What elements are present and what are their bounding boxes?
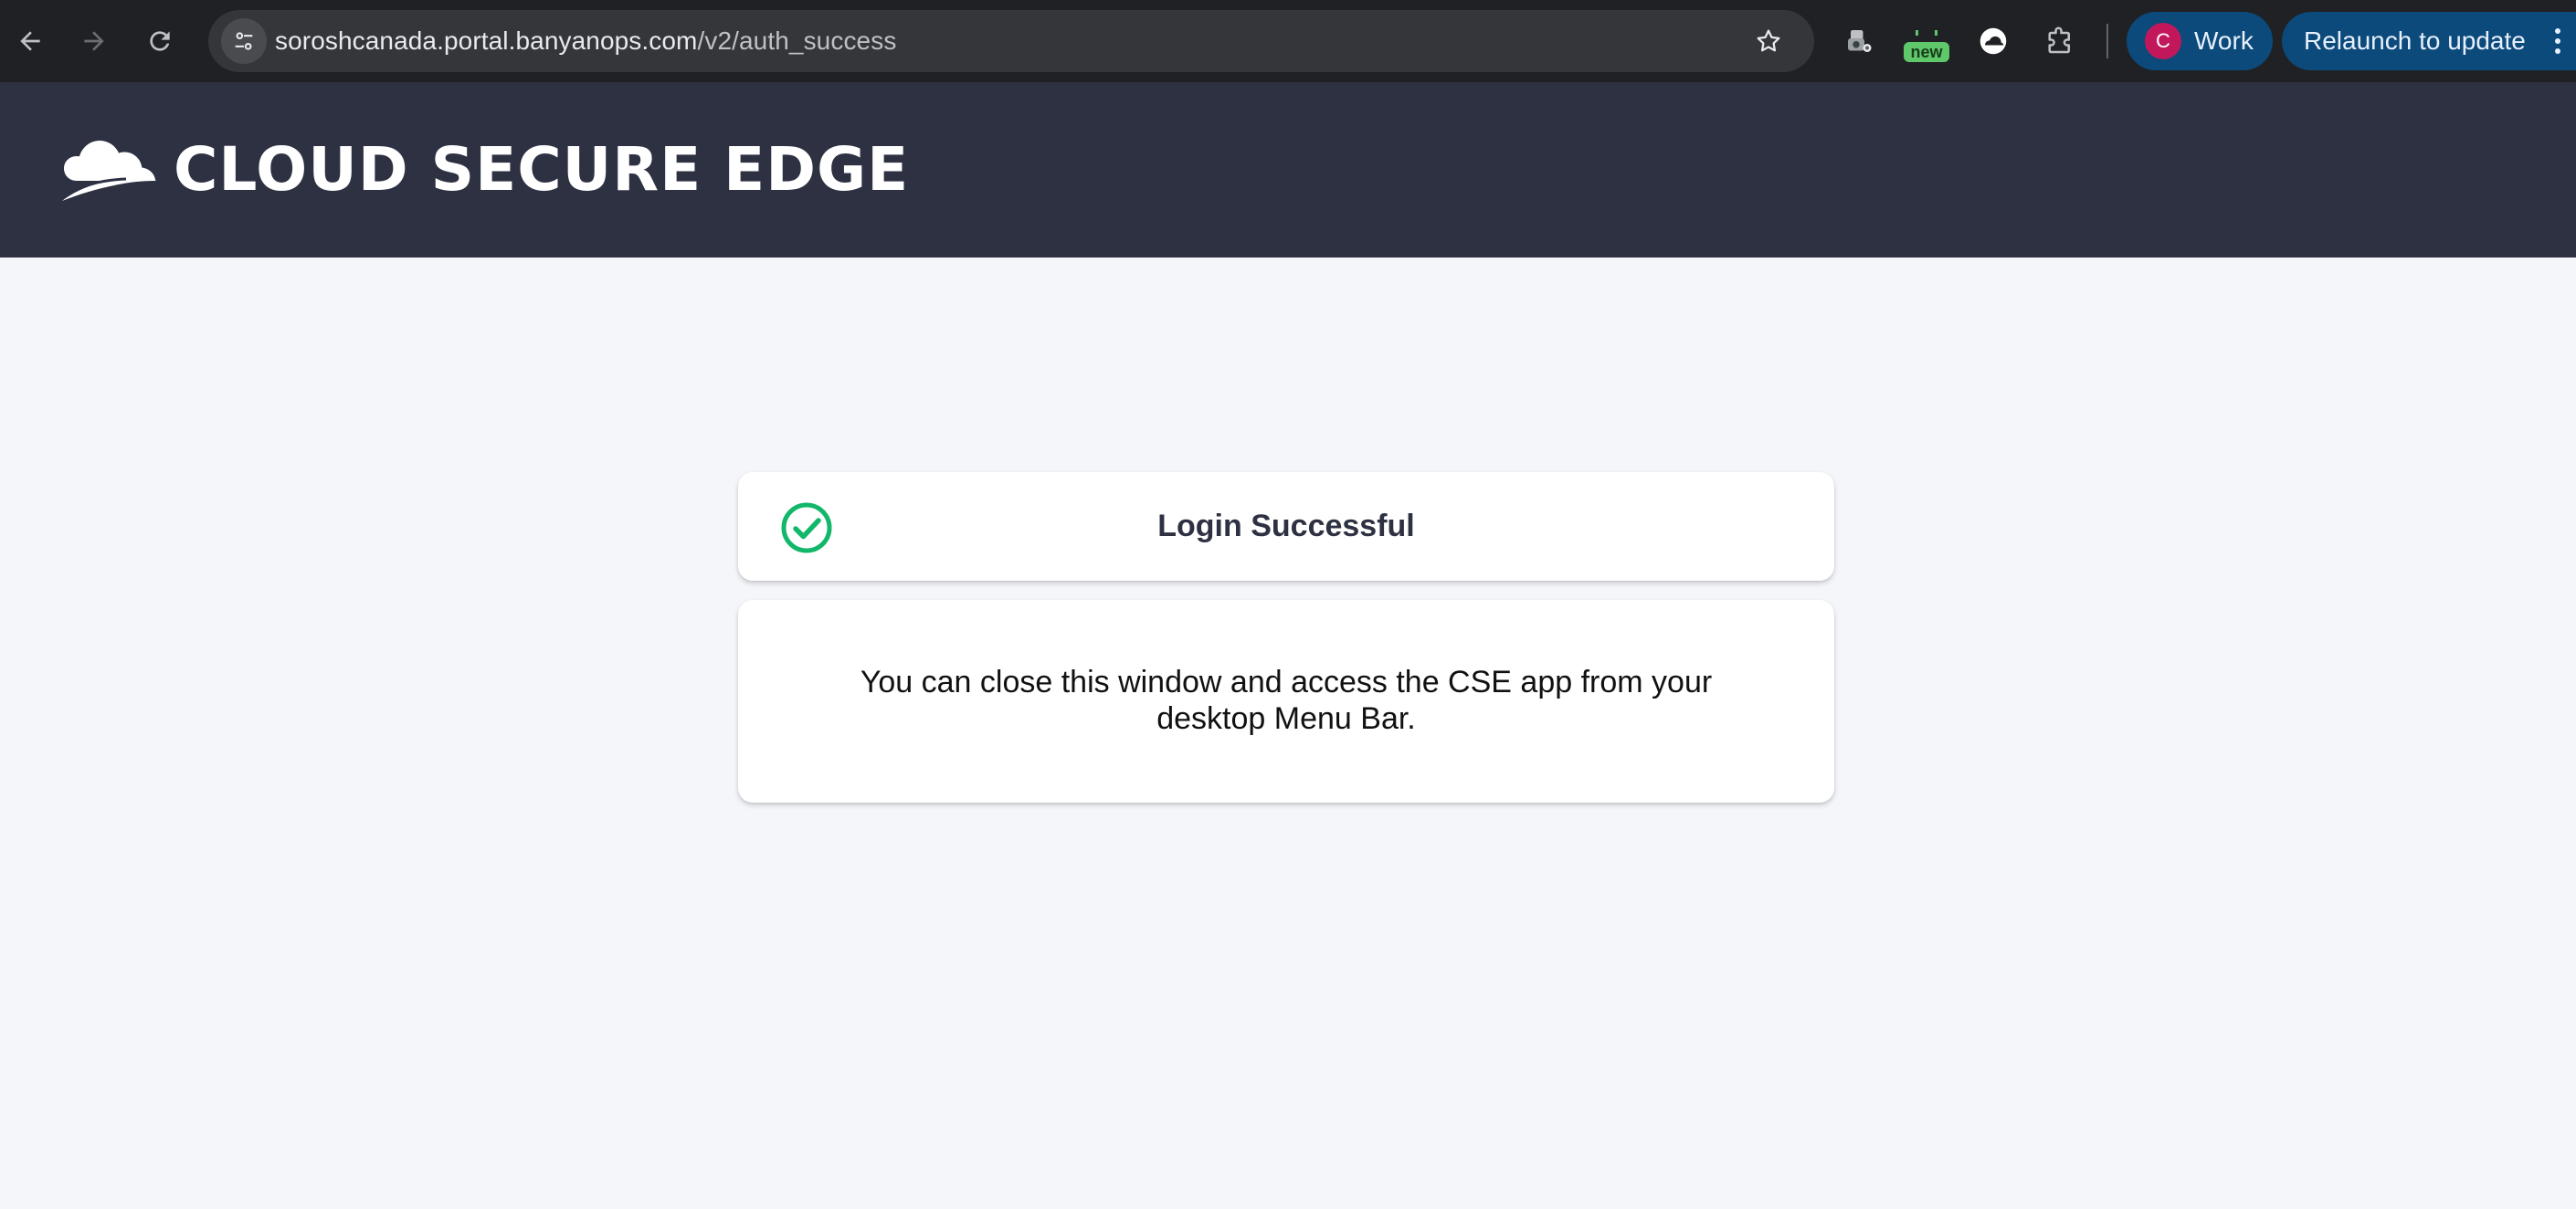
status-title: Login Successful bbox=[1157, 509, 1415, 543]
status-card: Login Successful bbox=[738, 472, 1834, 581]
app-header: CLOUD SECURE EDGE bbox=[0, 82, 2576, 258]
site-info-button[interactable] bbox=[221, 18, 267, 64]
avatar: C bbox=[2145, 23, 2181, 59]
extension-cloud-icon[interactable] bbox=[1970, 18, 2016, 64]
extensions-button[interactable] bbox=[2037, 18, 2083, 64]
browser-toolbar: soroshcanada.portal.banyanops.com/v2/aut… bbox=[0, 0, 2576, 82]
cloud-logo-icon bbox=[62, 141, 157, 201]
forward-arrow-icon bbox=[84, 31, 104, 51]
message-card: You can close this window and access the… bbox=[738, 600, 1834, 803]
reload-button[interactable] bbox=[137, 18, 183, 64]
new-badge: new bbox=[1904, 42, 1949, 62]
more-menu-icon[interactable] bbox=[2549, 23, 2567, 59]
relaunch-button[interactable]: Relaunch to update bbox=[2282, 12, 2576, 70]
brand-title: CLOUD SECURE EDGE bbox=[174, 134, 910, 205]
star-icon bbox=[1757, 29, 1780, 52]
toolbar-divider bbox=[2106, 24, 2108, 58]
profile-name: Work bbox=[2194, 26, 2254, 55]
check-circle-icon bbox=[781, 502, 832, 553]
relaunch-label: Relaunch to update bbox=[2304, 26, 2526, 55]
url-text[interactable]: soroshcanada.portal.banyanops.com/v2/aut… bbox=[275, 10, 896, 72]
address-bar[interactable]: soroshcanada.portal.banyanops.com/v2/aut… bbox=[208, 10, 1814, 72]
profile-button[interactable]: C Work bbox=[2127, 12, 2273, 70]
forward-button[interactable] bbox=[71, 18, 117, 64]
back-button[interactable] bbox=[7, 18, 53, 64]
message-text: You can close this window and access the… bbox=[860, 665, 1713, 736]
tune-icon bbox=[235, 32, 253, 50]
reload-icon bbox=[150, 31, 170, 51]
puzzle-icon bbox=[2048, 26, 2071, 54]
bookmark-button[interactable] bbox=[1750, 23, 1787, 59]
url-path: /v2/auth_success bbox=[697, 26, 897, 55]
extension-camera-icon[interactable] bbox=[1836, 18, 1882, 64]
url-host: soroshcanada.portal.banyanops.com bbox=[275, 26, 698, 55]
back-arrow-icon bbox=[20, 31, 40, 51]
